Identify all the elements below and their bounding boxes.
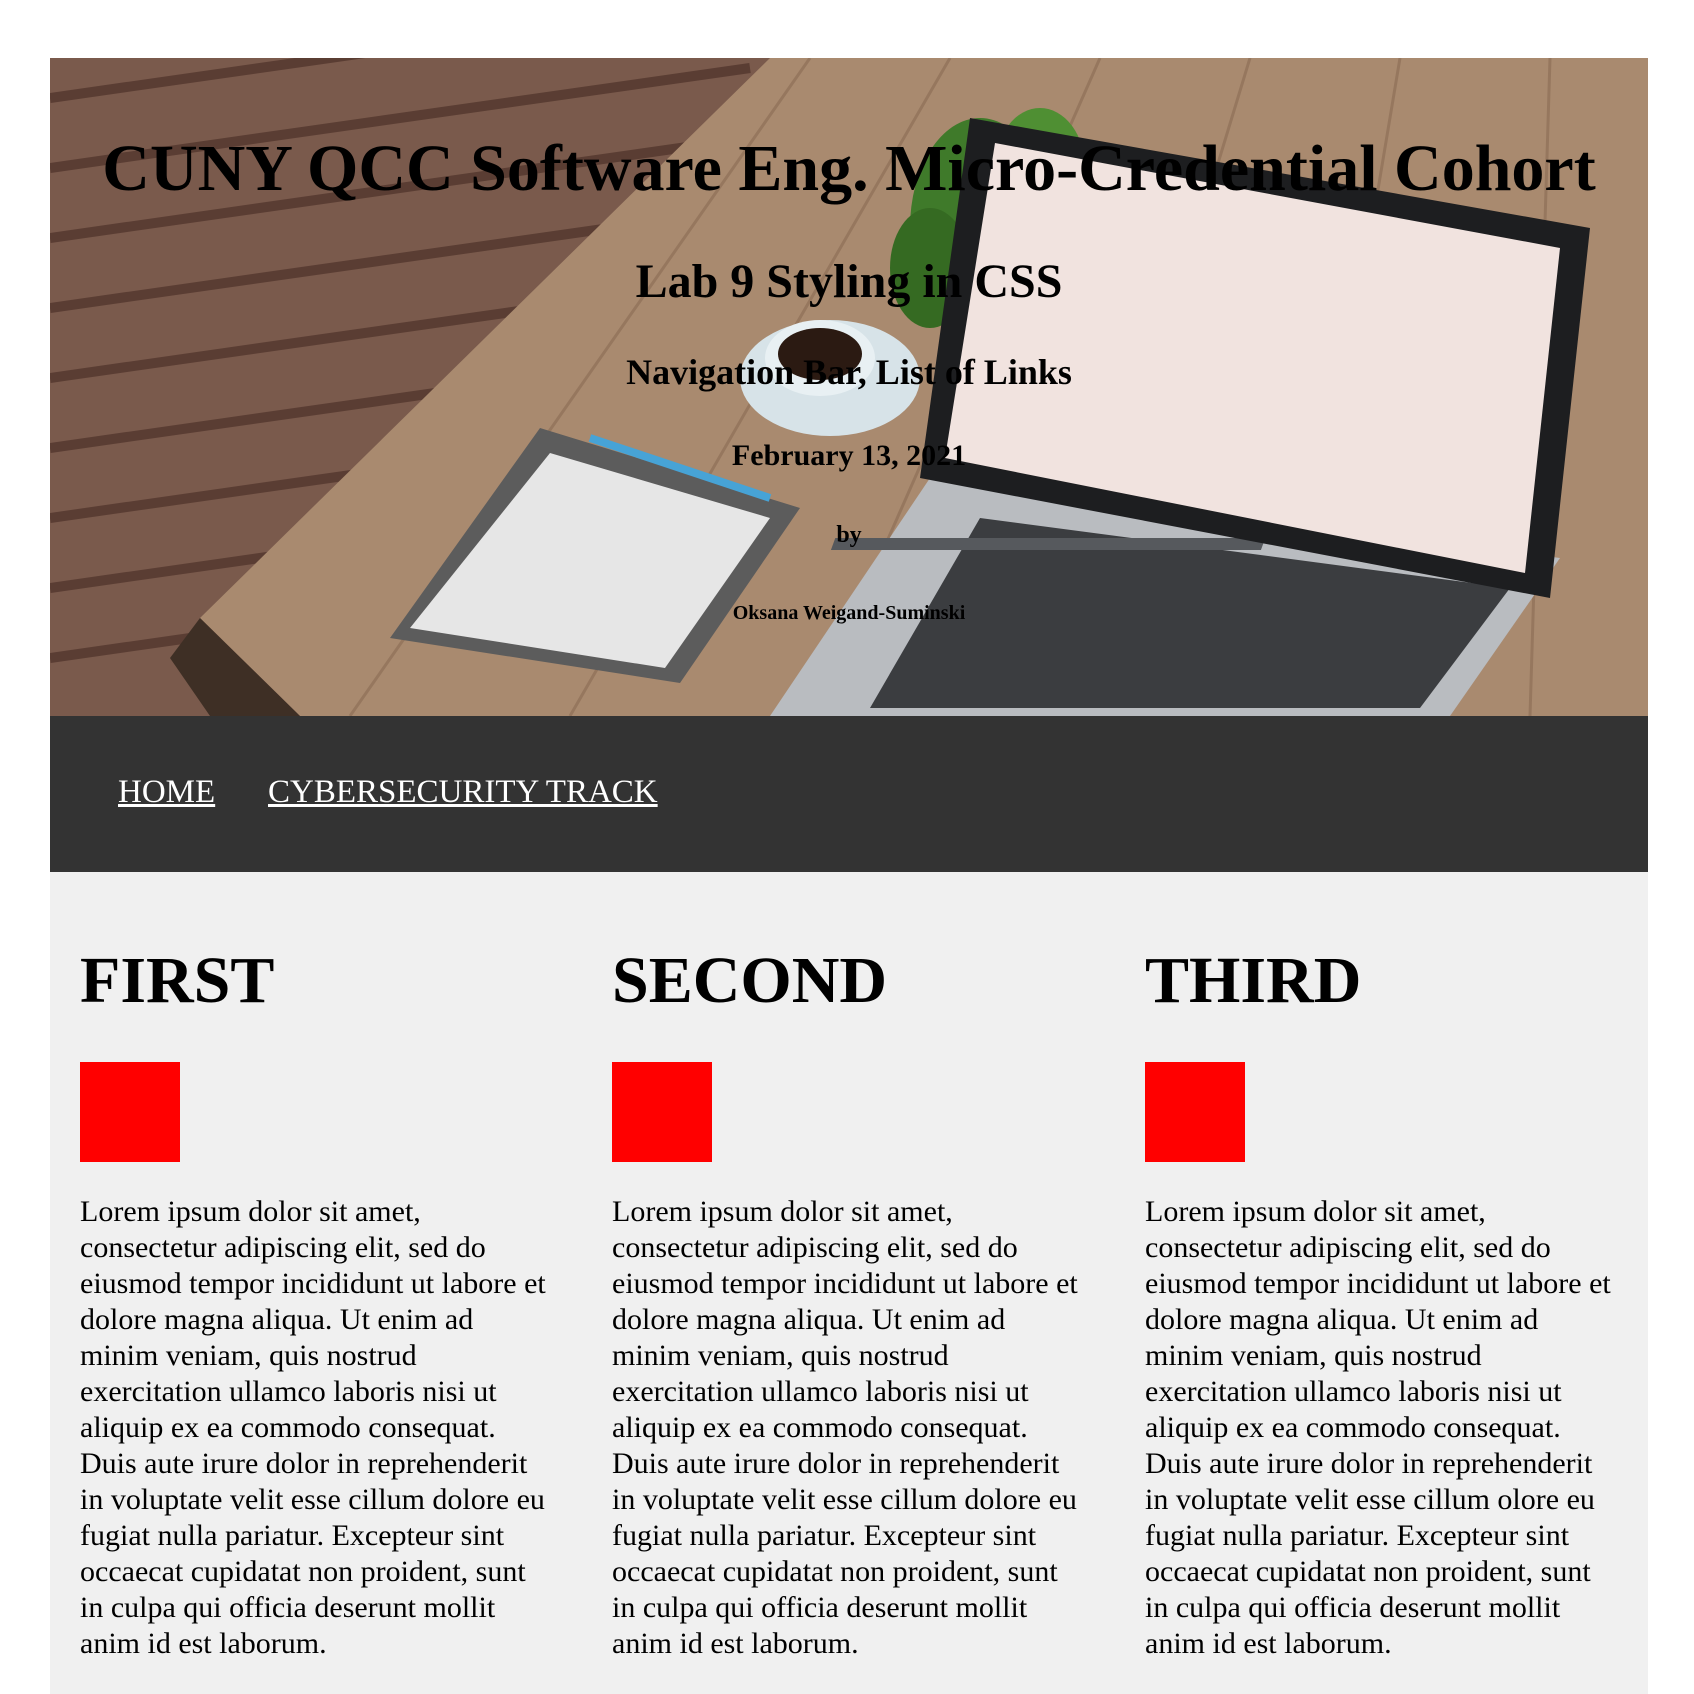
nav-link-cybersecurity-track[interactable]: CYBERSECURITY TRACK bbox=[268, 776, 658, 809]
column-text: Lorem ipsum dolor sit amet, consectetur … bbox=[80, 1195, 546, 1660]
topic-heading: Navigation Bar, List of Links bbox=[626, 352, 1072, 392]
column-heading: SECOND bbox=[612, 944, 888, 1017]
author-name: Oksana Weigand-Suminski bbox=[732, 602, 966, 624]
by-label: by bbox=[836, 522, 862, 548]
navigation-bar: HOME CYBERSECURITY TRACK bbox=[50, 716, 1648, 872]
date-heading: February 13, 2021 bbox=[731, 439, 967, 472]
column-heading: THIRD bbox=[1145, 944, 1362, 1017]
column-heading: FIRST bbox=[80, 944, 275, 1017]
lab-subtitle: Lab 9 Styling in CSS bbox=[635, 255, 1063, 308]
red-square bbox=[80, 1062, 180, 1162]
column-text: Lorem ipsum dolor sit amet, consectetur … bbox=[612, 1195, 1078, 1660]
hero-header: CUNY QCC Software Eng. Micro-Credential … bbox=[50, 58, 1648, 716]
nav-link-home[interactable]: HOME bbox=[118, 776, 215, 809]
red-square bbox=[612, 1062, 712, 1162]
page-title: CUNY QCC Software Eng. Micro-Credential … bbox=[102, 132, 1596, 205]
column-text: Lorem ipsum dolor sit amet, consectetur … bbox=[1145, 1195, 1611, 1660]
content-area: FIRST Lorem ipsum dolor sit amet, consec… bbox=[50, 872, 1648, 1694]
page: CUNY QCC Software Eng. Micro-Credential … bbox=[50, 58, 1648, 1694]
red-square bbox=[1145, 1062, 1245, 1162]
